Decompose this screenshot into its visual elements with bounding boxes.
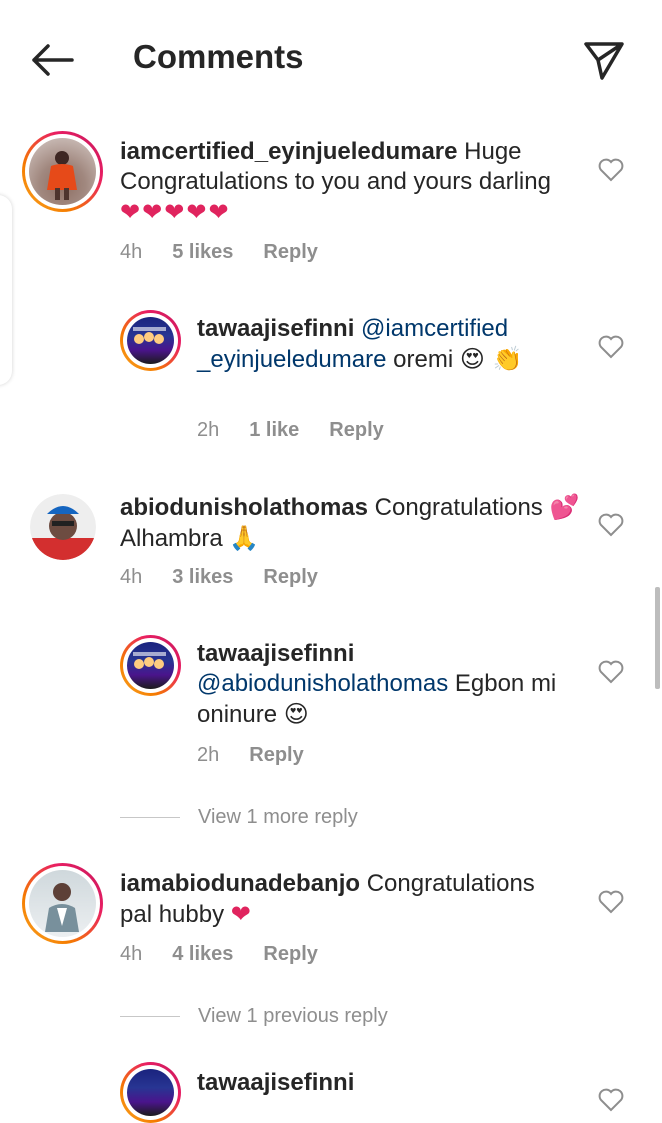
reply-button[interactable]: Reply <box>263 566 317 588</box>
comment-username[interactable]: abiodunisholathomas <box>120 494 368 521</box>
reply-button[interactable]: Reply <box>263 241 317 263</box>
reply-button[interactable]: Reply <box>249 744 303 766</box>
like-heart-icon[interactable] <box>598 660 624 684</box>
comment-time: 2h <box>197 744 220 766</box>
comment-username[interactable]: tawaajisefinni <box>197 315 354 342</box>
heart-emoji: ❤❤❤❤❤ <box>120 198 231 226</box>
like-heart-icon[interactable] <box>598 158 624 182</box>
likes-count[interactable]: 4 likes <box>172 943 233 965</box>
reply-text: tawaajisefinni @iamcertified _eyinjueled… <box>197 315 523 373</box>
likes-count[interactable]: 1 like <box>249 419 299 441</box>
comment-time: 2h <box>197 419 220 441</box>
reply-text: tawaajisefinni @abiodunisholathomas Egbo… <box>197 640 557 728</box>
comment-meta: 4h 4 likes Reply <box>120 943 348 966</box>
reply-text: tawaajisefinni <box>197 1068 537 1098</box>
avatar[interactable] <box>120 1062 181 1123</box>
likes-count[interactable]: 5 likes <box>172 241 233 263</box>
comment-text: abiodunisholathomas Congratulations 💕 Al… <box>120 493 580 552</box>
divider <box>120 817 180 819</box>
paper-plane-icon <box>584 42 624 80</box>
share-button[interactable] <box>580 36 628 84</box>
header-bar: Comments <box>0 0 662 120</box>
comment-time: 4h <box>120 943 143 965</box>
comment-username[interactable]: tawaajisefinni <box>197 1069 354 1096</box>
avatar[interactable] <box>30 494 96 560</box>
page-title: Comments <box>133 38 304 75</box>
comment-time: 4h <box>120 241 143 263</box>
comment-meta: 4h 5 likes Reply <box>120 241 348 264</box>
comment-username[interactable]: iamcertified_eyinjueledumare <box>120 138 457 165</box>
comment-text: iamabiodunadebanjo Congratulations pal h… <box>120 870 535 928</box>
like-heart-icon[interactable] <box>598 1088 624 1112</box>
reply-button[interactable]: Reply <box>329 419 383 441</box>
view-previous-replies-button[interactable]: View 1 previous reply <box>120 1005 388 1028</box>
reply-meta: 2h 1 like Reply <box>197 419 414 442</box>
view-more-replies-button[interactable]: View 1 more reply <box>120 806 358 829</box>
comment-time: 4h <box>120 566 143 588</box>
comment-username[interactable]: iamabiodunadebanjo <box>120 870 360 897</box>
avatar[interactable] <box>22 131 103 212</box>
avatar[interactable] <box>120 310 181 371</box>
comment-meta: 4h 3 likes Reply <box>120 566 348 589</box>
comment-username[interactable]: tawaajisefinni <box>197 640 354 667</box>
scrollbar[interactable] <box>655 587 660 689</box>
avatar[interactable] <box>22 863 103 944</box>
like-heart-icon[interactable] <box>598 513 624 537</box>
comment-text: iamcertified_eyinjueledumare Huge Congra… <box>120 138 551 226</box>
avatar[interactable] <box>120 635 181 696</box>
like-heart-icon[interactable] <box>598 890 624 914</box>
reply-button[interactable]: Reply <box>263 943 317 965</box>
side-edge-card <box>0 195 12 385</box>
like-heart-icon[interactable] <box>598 335 624 359</box>
reply-meta: 2h Reply <box>197 744 334 767</box>
mention-link[interactable]: @abiodunisholathomas <box>197 670 448 697</box>
divider <box>120 1016 180 1018</box>
back-button[interactable] <box>28 38 76 82</box>
back-arrow-icon <box>32 44 74 76</box>
likes-count[interactable]: 3 likes <box>172 566 233 588</box>
